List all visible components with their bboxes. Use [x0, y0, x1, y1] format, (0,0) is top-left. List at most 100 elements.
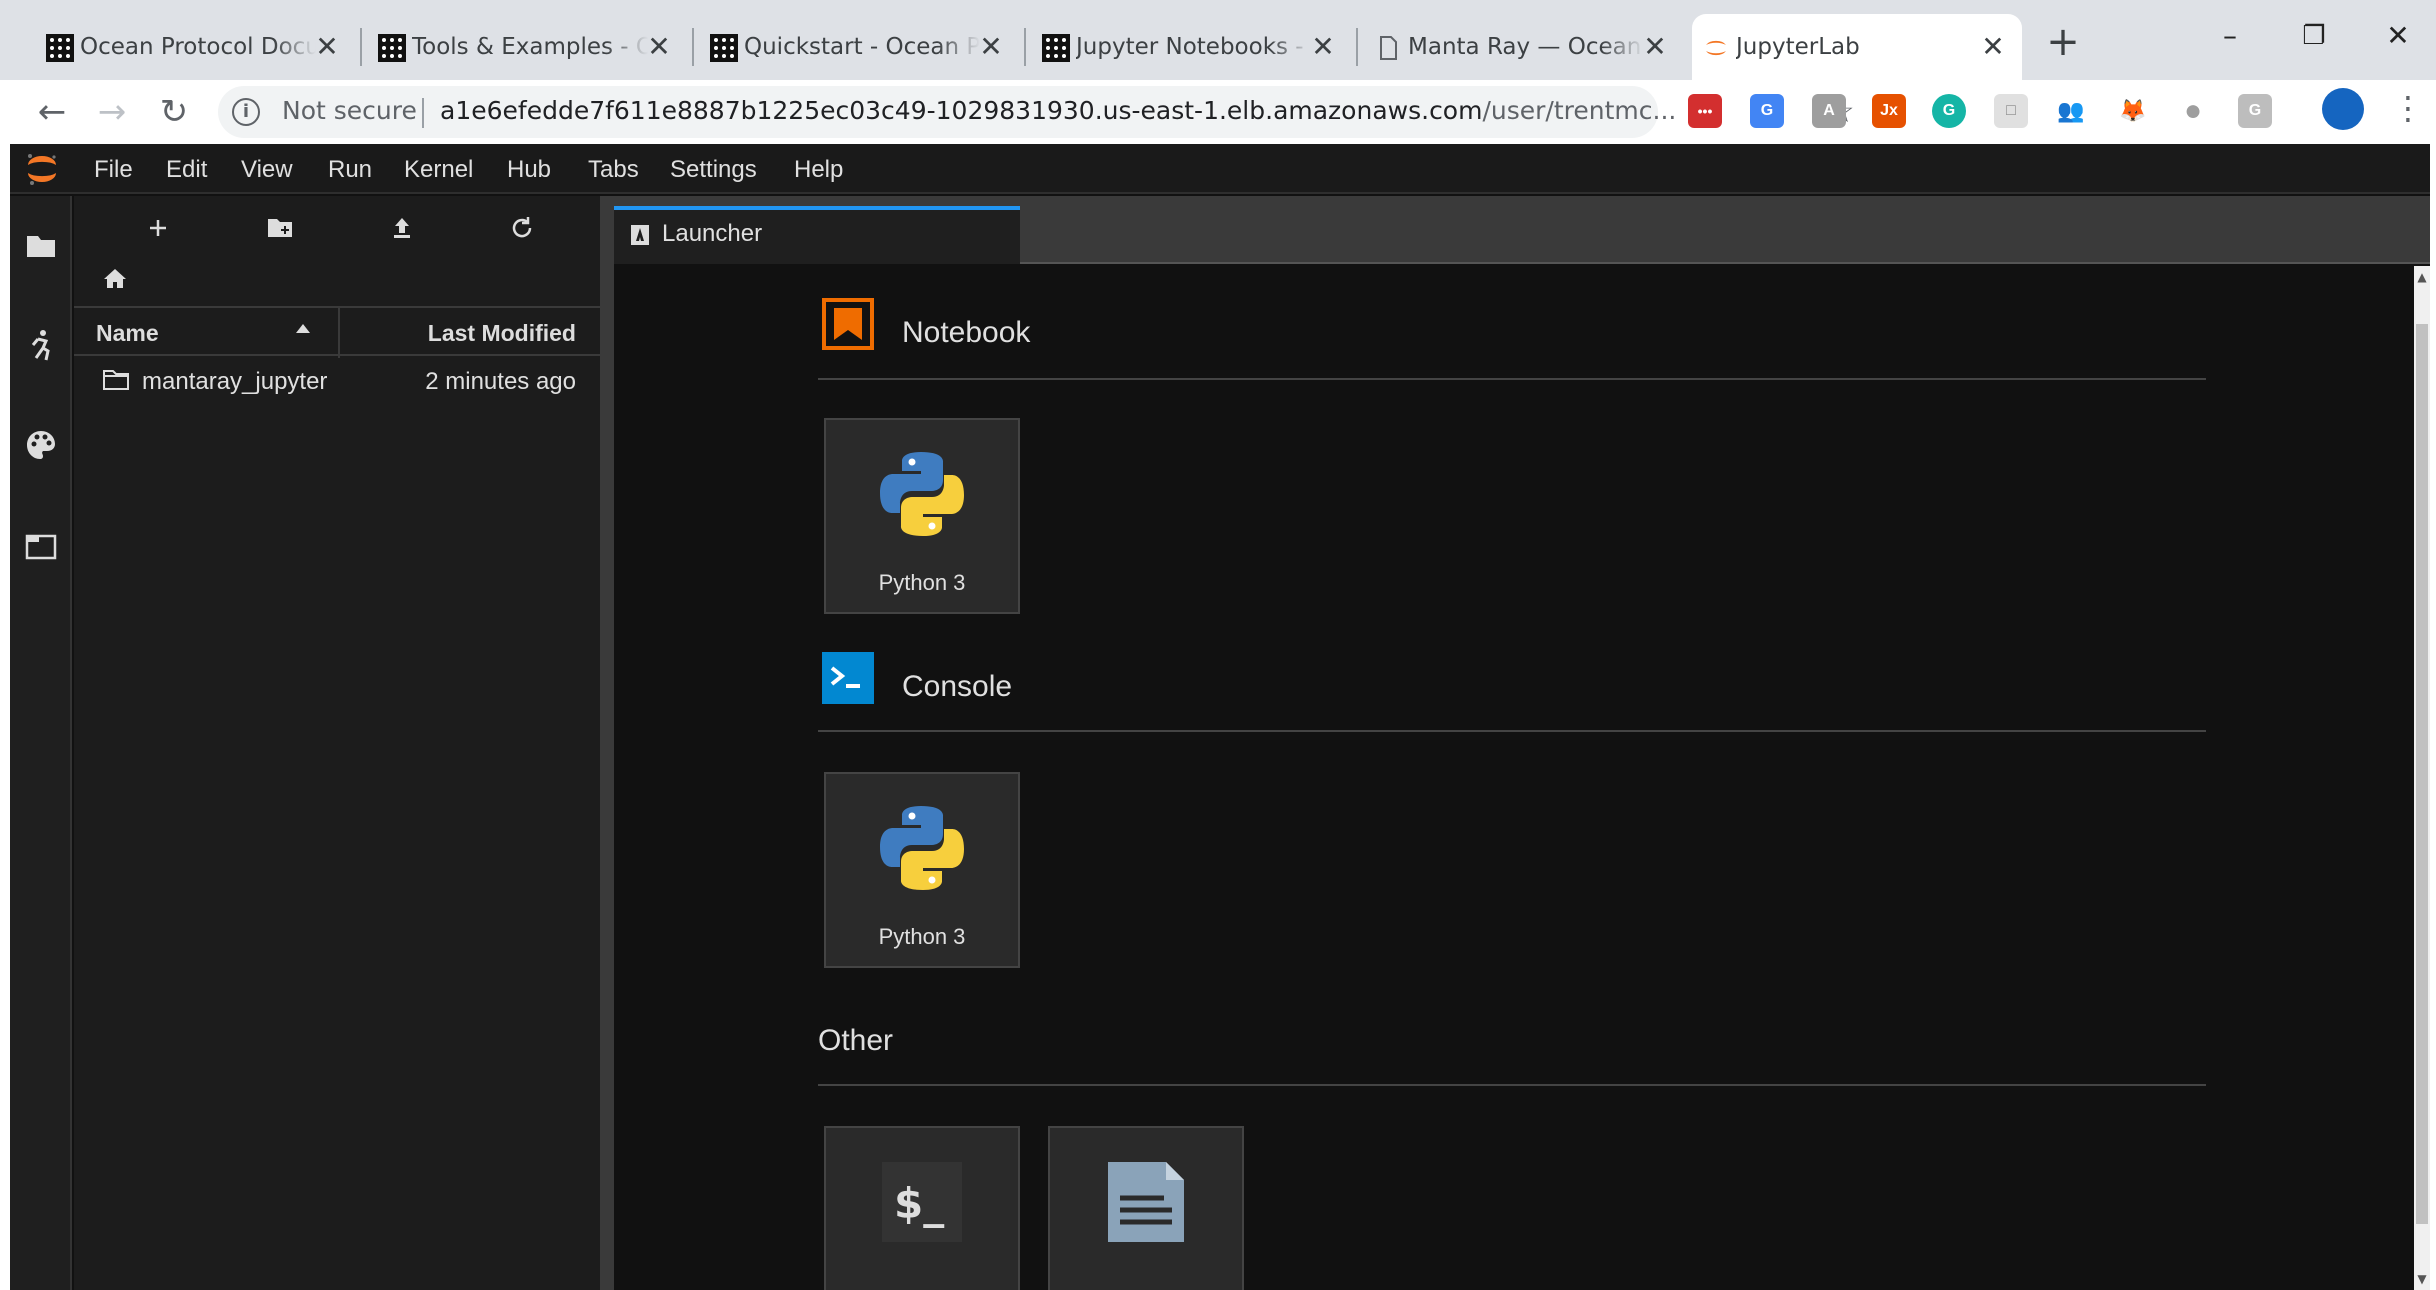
close-tab-icon[interactable]: ✕ [976, 32, 1006, 62]
reload-button[interactable]: ↻ [154, 92, 194, 132]
upload-icon[interactable] [380, 206, 424, 250]
ocean-protocol-icon [710, 34, 738, 62]
g-extension-icon[interactable]: G [2238, 94, 2272, 128]
metamask-icon[interactable]: 🦊 [2116, 94, 2150, 128]
column-name[interactable]: Name [96, 320, 159, 347]
restore-window-button[interactable]: ❐ [2284, 10, 2344, 62]
running-icon[interactable] [24, 328, 58, 362]
tab-title: JupyterLab [1736, 34, 1860, 60]
menu-tabs[interactable]: Tabs [588, 156, 639, 184]
document-icon [1380, 36, 1397, 60]
google-translate-icon[interactable]: G [1750, 94, 1784, 128]
new-launcher-icon[interactable] [136, 206, 180, 250]
tab-title: Tools & Examples - Ocean Protocol [412, 34, 648, 60]
jupyter-logo-icon [28, 154, 56, 185]
tab-label: Launcher [662, 220, 763, 247]
file-browser: Name Last Modified mantaray_jupyter 2 mi… [74, 196, 600, 1290]
browser-tab-strip: Ocean Protocol Documentation ✕ Tools & E… [0, 0, 2436, 80]
chat-icon[interactable]: ● [2176, 94, 2210, 128]
menu-edit[interactable]: Edit [166, 156, 207, 184]
close-tab-icon[interactable]: ✕ [644, 32, 674, 62]
jsonview-icon[interactable]: Jx [1872, 94, 1906, 128]
browser-tab[interactable]: Jupyter Notebooks - Ocean Protocol ✕ [1032, 14, 1352, 80]
terminal-card[interactable]: $_ [824, 1126, 1020, 1290]
menu-view[interactable]: View [241, 156, 293, 184]
site-info-icon[interactable]: i [232, 98, 260, 126]
browser-tab[interactable]: Ocean Protocol Documentation ✕ [36, 14, 356, 80]
new-tab-button[interactable]: + [2040, 20, 2086, 66]
section-title-console: Console [902, 670, 1013, 703]
tab-launcher[interactable]: Launcher [614, 206, 1020, 264]
ocean-protocol-icon [46, 34, 74, 62]
menu-help[interactable]: Help [794, 156, 843, 184]
section-title-notebook: Notebook [902, 316, 1031, 349]
tab-title: Quickstart - Ocean Protocol [744, 34, 980, 60]
browser-tab[interactable]: Tools & Examples - Ocean Protocol ✕ [368, 14, 688, 80]
menu-file[interactable]: File [94, 156, 133, 184]
browser-tab-active[interactable]: JupyterLab ✕ [1692, 14, 2022, 80]
menu-run[interactable]: Run [328, 156, 372, 184]
jupyter-icon [1706, 40, 1726, 56]
column-last-modified[interactable]: Last Modified [428, 320, 576, 347]
notebook-section-icon [822, 298, 874, 350]
browser-tab[interactable]: Manta Ray — Ocean Protocol ✕ [1364, 14, 1684, 80]
console-section-icon [822, 652, 874, 704]
python-logo-icon [880, 806, 964, 890]
forward-button[interactable]: → [92, 92, 132, 132]
lastpass-icon[interactable]: ••• [1688, 94, 1722, 128]
section-title-other: Other [818, 1024, 894, 1057]
panel-splitter[interactable] [600, 196, 614, 1290]
close-window-button[interactable]: ✕ [2368, 10, 2428, 62]
notebook-python3-card[interactable]: Python 3 [824, 418, 1020, 614]
home-icon[interactable] [100, 264, 130, 294]
back-button[interactable]: ← [32, 92, 72, 132]
card-label: Python 3 [878, 570, 966, 595]
document-tab-bar: Launcher [614, 196, 2430, 264]
grammarly-icon[interactable]: G [1932, 94, 1966, 128]
file-list-header: Name Last Modified [74, 306, 600, 358]
terminal-icon: $_ [882, 1162, 962, 1242]
acrobat-icon[interactable]: A [1812, 94, 1846, 128]
menu-settings[interactable]: Settings [670, 156, 757, 184]
menu-hub[interactable]: Hub [507, 156, 551, 184]
close-tab-icon[interactable]: ✕ [1308, 32, 1338, 62]
url-text[interactable]: a1e6efedde7f611e8887b1225ec03c49-1029831… [440, 96, 1676, 125]
file-name: mantaray_jupyter [142, 368, 328, 395]
python-logo-icon [880, 452, 964, 536]
new-folder-icon[interactable] [258, 206, 302, 250]
palette-icon[interactable] [24, 428, 58, 462]
console-python3-card[interactable]: Python 3 [824, 772, 1020, 968]
close-tab-icon[interactable]: ✕ [312, 32, 342, 62]
profile-avatar[interactable] [2322, 88, 2364, 130]
tab-title: Jupyter Notebooks - Ocean Protocol [1076, 34, 1312, 60]
sort-ascending-icon [296, 324, 310, 333]
text-file-card[interactable] [1048, 1126, 1244, 1290]
ocean-protocol-icon [378, 34, 406, 62]
browser-menu-icon[interactable]: ⋮ [2392, 86, 2424, 130]
svg-text:$_: $_ [894, 1179, 944, 1228]
tab-title: Manta Ray — Ocean Protocol [1408, 34, 1644, 60]
launcher-scrollbar[interactable]: ▲ ▼ [2414, 266, 2430, 1290]
tab-title: Ocean Protocol Documentation [80, 34, 316, 60]
menu-kernel[interactable]: Kernel [404, 156, 473, 184]
browser-tab[interactable]: Quickstart - Ocean Protocol ✕ [700, 14, 1020, 80]
refresh-icon[interactable] [500, 206, 544, 250]
cast-icon[interactable]: □ [1994, 94, 2028, 128]
address-bar[interactable]: i Not secure a1e6efedde7f611e8887b1225ec… [218, 86, 1855, 138]
tabs-icon[interactable] [24, 530, 58, 564]
close-tab-icon[interactable]: ✕ [1640, 32, 1670, 62]
scrollbar-thumb[interactable] [2416, 324, 2428, 1224]
jupyterlab-app: File Edit View Run Kernel Hub Tabs Setti… [10, 144, 2430, 1290]
url-path: /user/trentmc... [1482, 96, 1677, 125]
menubar: File Edit View Run Kernel Hub Tabs Setti… [10, 144, 2430, 194]
close-tab-icon[interactable]: ✕ [1978, 32, 2008, 62]
folder-icon[interactable] [24, 228, 58, 262]
scroll-up-icon[interactable]: ▲ [2416, 270, 2428, 284]
minimize-window-button[interactable]: – [2200, 10, 2260, 62]
card-label: Python 3 [878, 924, 966, 949]
scroll-down-icon[interactable]: ▼ [2416, 1272, 2428, 1286]
launcher-icon [631, 225, 649, 245]
file-row[interactable]: mantaray_jupyter 2 minutes ago [74, 356, 600, 406]
people-icon[interactable]: 👥 [2054, 94, 2088, 128]
launcher-panel: Notebook Python 3 Console Python 3 Other… [614, 266, 2414, 1290]
